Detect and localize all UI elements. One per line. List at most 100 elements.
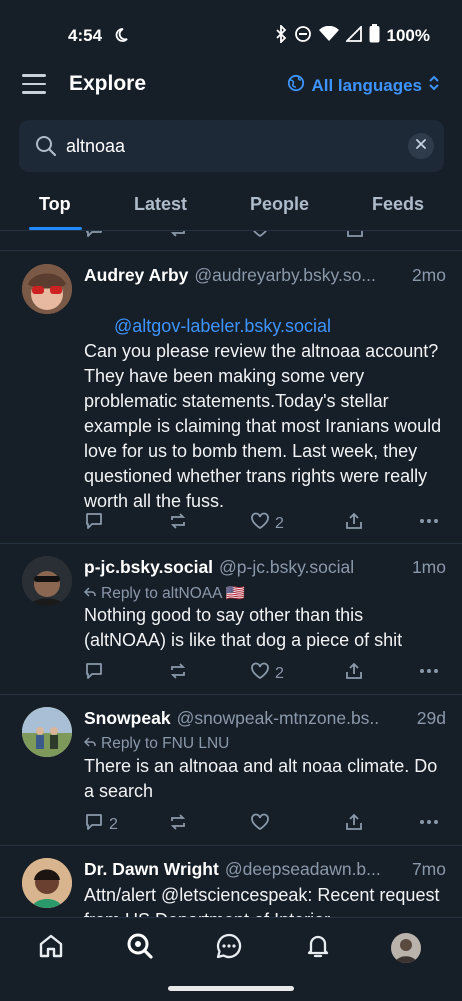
share-button[interactable]	[344, 812, 364, 837]
nav-home[interactable]	[35, 932, 67, 964]
page-title: Explore	[69, 72, 147, 95]
chat-bubble-icon	[215, 932, 243, 965]
reply-arrow-icon	[83, 735, 96, 753]
reply-icon	[84, 511, 104, 536]
tab-top[interactable]: Top	[39, 194, 71, 215]
like-button[interactable]: 2	[250, 511, 284, 536]
reply-button[interactable]: 2	[84, 812, 118, 837]
share-button[interactable]	[344, 511, 364, 536]
close-icon	[415, 137, 427, 155]
repost-icon	[168, 661, 188, 686]
like-icon[interactable]	[250, 231, 270, 244]
search-input[interactable]	[66, 133, 386, 159]
more-options-button[interactable]	[418, 511, 440, 536]
share-icon	[344, 511, 364, 536]
more-options-button[interactable]	[418, 812, 440, 837]
reply-button[interactable]	[84, 511, 104, 536]
wifi-icon	[318, 25, 339, 47]
share-icon[interactable]	[345, 231, 365, 244]
reply-count: 2	[109, 815, 118, 833]
clear-search-button[interactable]	[408, 133, 434, 159]
more-options-button[interactable]	[418, 661, 440, 686]
battery-icon	[369, 24, 380, 48]
bell-icon	[304, 932, 332, 965]
reply-to-label: Reply to FNU LNU	[101, 735, 230, 752]
nav-profile[interactable]	[390, 932, 422, 964]
post-header: p-jc.bsky.social @p-jc.bsky.social 1mo	[84, 557, 446, 578]
tab-feeds[interactable]: Feeds	[372, 194, 424, 215]
gesture-home-bar	[168, 986, 294, 991]
post-timestamp[interactable]: 2mo	[412, 265, 446, 286]
search-icon	[35, 135, 57, 162]
author-handle[interactable]: @deepseadawn.b...	[225, 859, 408, 880]
dnd-icon	[294, 25, 312, 48]
post-timestamp[interactable]: 1mo	[412, 557, 446, 578]
post-timestamp[interactable]: 29d	[417, 708, 446, 729]
author-handle[interactable]: @snowpeak-mtnzone.bs..	[177, 708, 413, 729]
avatar[interactable]	[22, 858, 72, 908]
repost-button[interactable]	[168, 661, 188, 686]
share-button[interactable]	[344, 661, 364, 686]
post-text: Attn/alert @letsciencespeak: Recent requ…	[84, 885, 440, 917]
author-handle[interactable]: @p-jc.bsky.social	[219, 557, 408, 578]
reply-button[interactable]	[84, 661, 104, 686]
language-label: All languages	[311, 75, 422, 95]
author-name[interactable]: p-jc.bsky.social	[84, 557, 213, 578]
do-not-disturb-moon-icon	[113, 27, 129, 48]
share-icon	[344, 661, 364, 686]
mention-link[interactable]: @altgov-labeler.bsky.social	[114, 316, 331, 336]
search-results-feed[interactable]: Audrey Arby @audreyarby.bsky.so... 2mo @…	[0, 231, 462, 917]
status-time: 4:54	[68, 26, 103, 45]
author-name[interactable]: Audrey Arby	[84, 265, 188, 286]
search-box	[19, 120, 444, 172]
home-icon	[37, 932, 65, 965]
author-name[interactable]: Dr. Dawn Wright	[84, 859, 219, 880]
post-actions: 2	[84, 511, 444, 535]
author-name[interactable]: Snowpeak	[84, 708, 171, 729]
repost-icon	[168, 511, 188, 536]
repost-button[interactable]	[168, 812, 188, 837]
profile-avatar	[391, 933, 421, 963]
post-item[interactable]: Dr. Dawn Wright @deepseadawn.b... 7mo At…	[0, 845, 462, 917]
post-timestamp[interactable]: 7mo	[412, 859, 446, 880]
like-button[interactable]	[250, 812, 270, 837]
tab-latest[interactable]: Latest	[134, 194, 187, 215]
author-handle[interactable]: @audreyarby.bsky.so...	[194, 265, 408, 286]
avatar[interactable]	[22, 556, 72, 606]
globe-icon	[287, 74, 305, 97]
reply-context[interactable]: Reply to altNOAA 🇺🇸	[83, 584, 245, 603]
bottom-navigation	[0, 917, 462, 1001]
reply-context[interactable]: Reply to FNU LNU	[83, 735, 230, 753]
post-header: Audrey Arby @audreyarby.bsky.so... 2mo	[84, 265, 446, 286]
more-dots-icon	[418, 812, 440, 837]
nav-notifications[interactable]	[302, 932, 334, 964]
tab-people[interactable]: People	[250, 194, 309, 215]
reply-icon[interactable]	[84, 231, 104, 244]
active-tab-indicator	[29, 227, 82, 230]
search-icon	[126, 932, 154, 965]
avatar[interactable]	[22, 707, 72, 757]
chevron-up-down-icon	[428, 75, 440, 96]
signal-icon	[344, 24, 362, 47]
like-button[interactable]: 2	[250, 661, 284, 686]
menu-icon[interactable]	[22, 74, 50, 96]
post-actions: 2	[84, 812, 444, 836]
reply-icon	[84, 661, 104, 686]
more-dots-icon	[418, 661, 440, 686]
reply-arrow-icon	[83, 585, 96, 603]
post-item[interactable]: Snowpeak @snowpeak-mtnzone.bs.. 29d Repl…	[0, 694, 462, 845]
post-header: Snowpeak @snowpeak-mtnzone.bs.. 29d	[84, 708, 446, 729]
post-item[interactable]: Audrey Arby @audreyarby.bsky.so... 2mo @…	[0, 250, 462, 543]
post-text: There is an altnoaa and alt noaa climate…	[84, 756, 443, 801]
post-item[interactable]: p-jc.bsky.social @p-jc.bsky.social 1mo R…	[0, 543, 462, 694]
heart-icon	[250, 812, 270, 837]
previous-post-actions	[0, 231, 462, 239]
nav-chat[interactable]	[213, 932, 245, 964]
post-text: Nothing good to say other than this (alt…	[84, 605, 403, 650]
repost-button[interactable]	[168, 511, 188, 536]
nav-search[interactable]	[124, 932, 156, 964]
avatar[interactable]	[22, 264, 72, 314]
repost-icon[interactable]	[168, 231, 188, 244]
like-count: 2	[275, 514, 284, 532]
language-selector[interactable]: All languages	[287, 74, 440, 97]
